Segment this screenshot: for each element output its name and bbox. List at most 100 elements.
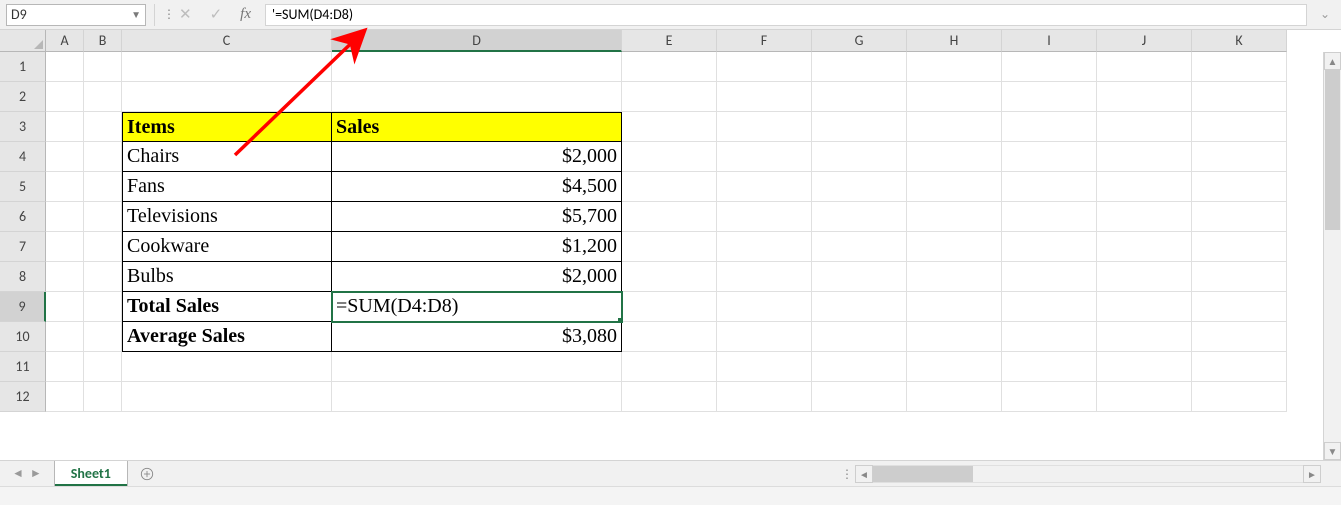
row-header-7[interactable]: 7 — [0, 232, 46, 262]
cell-E7[interactable] — [622, 232, 717, 262]
cell-K12[interactable] — [1192, 382, 1287, 412]
new-sheet-button[interactable] — [128, 461, 166, 486]
cell-A3[interactable] — [46, 112, 84, 142]
column-header-H[interactable]: H — [907, 30, 1002, 52]
cell-D5[interactable]: $4,500 — [332, 172, 622, 202]
cell-A8[interactable] — [46, 262, 84, 292]
name-box-dropdown-icon[interactable]: ▼ — [131, 8, 141, 21]
cell-I11[interactable] — [1002, 352, 1097, 382]
cell-H12[interactable] — [907, 382, 1002, 412]
enter-icon[interactable]: ✓ — [210, 5, 223, 24]
cell-I5[interactable] — [1002, 172, 1097, 202]
column-header-D[interactable]: D — [332, 30, 622, 52]
cell-G4[interactable] — [812, 142, 907, 172]
cell-A11[interactable] — [46, 352, 84, 382]
cell-G9[interactable] — [812, 292, 907, 322]
cell-E10[interactable] — [622, 322, 717, 352]
vscroll-thumb[interactable] — [1325, 70, 1340, 230]
cell-K10[interactable] — [1192, 322, 1287, 352]
cell-I1[interactable] — [1002, 52, 1097, 82]
cell-C10[interactable]: Average Sales — [122, 322, 332, 352]
cell-E6[interactable] — [622, 202, 717, 232]
cell-K4[interactable] — [1192, 142, 1287, 172]
cell-E4[interactable] — [622, 142, 717, 172]
row-header-2[interactable]: 2 — [0, 82, 46, 112]
cell-I8[interactable] — [1002, 262, 1097, 292]
cell-G3[interactable] — [812, 112, 907, 142]
scroll-up-icon[interactable]: ▲ — [1324, 52, 1341, 70]
cell-H7[interactable] — [907, 232, 1002, 262]
row-header-5[interactable]: 5 — [0, 172, 46, 202]
cell-K11[interactable] — [1192, 352, 1287, 382]
cell-G12[interactable] — [812, 382, 907, 412]
cell-C7[interactable]: Cookware — [122, 232, 332, 262]
cell-G11[interactable] — [812, 352, 907, 382]
cell-B6[interactable] — [84, 202, 122, 232]
cell-D11[interactable] — [332, 352, 622, 382]
cell-E3[interactable] — [622, 112, 717, 142]
cell-K6[interactable] — [1192, 202, 1287, 232]
cell-B7[interactable] — [84, 232, 122, 262]
cell-A4[interactable] — [46, 142, 84, 172]
cell-D6[interactable]: $5,700 — [332, 202, 622, 232]
column-header-A[interactable]: A — [46, 30, 84, 52]
cell-G8[interactable] — [812, 262, 907, 292]
cell-J7[interactable] — [1097, 232, 1192, 262]
cell-E2[interactable] — [622, 82, 717, 112]
row-header-10[interactable]: 10 — [0, 322, 46, 352]
column-header-K[interactable]: K — [1192, 30, 1287, 52]
horizontal-scrollbar[interactable]: ⋮ ◄ ► — [841, 465, 1321, 483]
cell-K5[interactable] — [1192, 172, 1287, 202]
cell-H9[interactable] — [907, 292, 1002, 322]
cell-J9[interactable] — [1097, 292, 1192, 322]
fx-icon[interactable]: fx — [240, 6, 251, 23]
cell-C4[interactable]: Chairs — [122, 142, 332, 172]
cell-C8[interactable]: Bulbs — [122, 262, 332, 292]
formula-bar-grip-icon[interactable]: ⋮ — [163, 7, 173, 22]
formula-bar-expand-icon[interactable]: ⌄ — [1315, 7, 1335, 22]
name-box[interactable]: D9 ▼ — [6, 4, 146, 26]
cell-J4[interactable] — [1097, 142, 1192, 172]
cell-C2[interactable] — [122, 82, 332, 112]
cell-A5[interactable] — [46, 172, 84, 202]
cell-F9[interactable] — [717, 292, 812, 322]
cell-F2[interactable] — [717, 82, 812, 112]
cell-B1[interactable] — [84, 52, 122, 82]
cell-G10[interactable] — [812, 322, 907, 352]
cell-H2[interactable] — [907, 82, 1002, 112]
cell-J3[interactable] — [1097, 112, 1192, 142]
cell-H8[interactable] — [907, 262, 1002, 292]
hscroll-grip-icon[interactable]: ⋮ — [841, 467, 851, 482]
cell-E11[interactable] — [622, 352, 717, 382]
sheet-tab-sheet1[interactable]: Sheet1 — [54, 461, 128, 486]
formula-input[interactable]: '=SUM(D4:D8) — [265, 4, 1307, 26]
cell-C3[interactable]: Items — [122, 112, 332, 142]
row-header-1[interactable]: 1 — [0, 52, 46, 82]
cell-F8[interactable] — [717, 262, 812, 292]
column-header-B[interactable]: B — [84, 30, 122, 52]
cell-grid[interactable]: ItemsSalesChairs$2,000Fans$4,500Televisi… — [46, 52, 1323, 460]
column-header-C[interactable]: C — [122, 30, 332, 52]
cell-H3[interactable] — [907, 112, 1002, 142]
cell-I2[interactable] — [1002, 82, 1097, 112]
cell-I9[interactable] — [1002, 292, 1097, 322]
cell-D7[interactable]: $1,200 — [332, 232, 622, 262]
cell-I4[interactable] — [1002, 142, 1097, 172]
cell-J1[interactable] — [1097, 52, 1192, 82]
cell-D8[interactable]: $2,000 — [332, 262, 622, 292]
row-header-11[interactable]: 11 — [0, 352, 46, 382]
cell-H5[interactable] — [907, 172, 1002, 202]
row-header-3[interactable]: 3 — [0, 112, 46, 142]
row-header-8[interactable]: 8 — [0, 262, 46, 292]
cell-J5[interactable] — [1097, 172, 1192, 202]
cell-F10[interactable] — [717, 322, 812, 352]
cell-C11[interactable] — [122, 352, 332, 382]
cell-J2[interactable] — [1097, 82, 1192, 112]
cell-G6[interactable] — [812, 202, 907, 232]
row-header-4[interactable]: 4 — [0, 142, 46, 172]
cell-A2[interactable] — [46, 82, 84, 112]
cell-D3[interactable]: Sales — [332, 112, 622, 142]
cell-K3[interactable] — [1192, 112, 1287, 142]
cell-D4[interactable]: $2,000 — [332, 142, 622, 172]
cell-D9[interactable]: =SUM(D4:D8) — [332, 292, 622, 322]
